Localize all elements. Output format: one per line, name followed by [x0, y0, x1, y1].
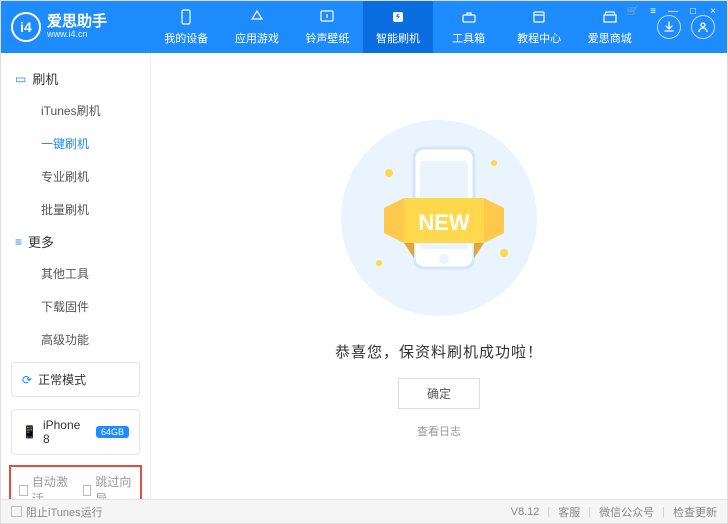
menu-icon[interactable]: ≡ — [646, 4, 660, 18]
logo-badge: i4 — [11, 12, 41, 42]
block-itunes-checkbox[interactable]: 阻止iTunes运行 — [11, 504, 103, 520]
sidebar: ▭刷机iTunes刷机一键刷机专业刷机批量刷机≡更多其他工具下载固件高级功能 ⟳… — [1, 53, 151, 499]
refresh-icon: ⟳ — [22, 373, 32, 387]
sidebar-item-1-0[interactable]: 其他工具 — [1, 257, 150, 290]
app-url: www.i4.cn — [47, 30, 107, 40]
phone-icon — [177, 8, 195, 26]
store-icon — [601, 8, 619, 26]
phone-icon: 📱 — [22, 425, 37, 439]
nav-item-0[interactable]: 我的设备 — [151, 1, 222, 53]
device-box[interactable]: 📱 iPhone 8 64GB — [11, 409, 140, 455]
sidebar-item-1-1[interactable]: 下载固件 — [1, 290, 150, 323]
nav-item-1[interactable]: 应用游戏 — [222, 1, 293, 53]
flash-icon — [389, 8, 407, 26]
support-link[interactable]: 客服 — [558, 504, 580, 520]
mode-label: 正常模式 — [38, 371, 86, 388]
book-icon — [530, 8, 548, 26]
success-illustration: NEW — [334, 113, 544, 323]
close-icon[interactable]: × — [706, 4, 720, 18]
download-icon — [663, 21, 675, 33]
ok-button[interactable]: 确定 — [398, 378, 480, 409]
footer: 阻止iTunes运行 V8.12 | 客服 | 微信公众号 | 检查更新 — [1, 499, 727, 523]
minimize-icon[interactable]: — — [666, 4, 680, 18]
music-icon — [318, 8, 336, 26]
sidebar-item-0-2[interactable]: 专业刷机 — [1, 160, 150, 193]
nav-item-3[interactable]: 智能刷机 — [363, 1, 434, 53]
version-label: V8.12 — [511, 506, 540, 518]
sidebar-item-0-3[interactable]: 批量刷机 — [1, 193, 150, 226]
cart-icon[interactable]: 🛒 — [626, 4, 640, 18]
user-button[interactable] — [691, 15, 715, 39]
user-icon — [697, 21, 709, 33]
nav-item-2[interactable]: 铃声壁纸 — [292, 1, 363, 53]
logo: i4 爱思助手 www.i4.cn — [1, 12, 151, 42]
nav-item-5[interactable]: 教程中心 — [504, 1, 575, 53]
success-message: 恭喜您，保资料刷机成功啦！ — [335, 341, 543, 362]
maximize-icon[interactable]: □ — [686, 4, 700, 18]
app-title: 爱思助手 — [47, 14, 107, 31]
mode-box[interactable]: ⟳ 正常模式 — [11, 362, 140, 397]
toolbox-icon — [460, 8, 478, 26]
sidebar-item-1-2[interactable]: 高级功能 — [1, 323, 150, 356]
storage-badge: 64GB — [96, 426, 129, 438]
check-update-link[interactable]: 检查更新 — [673, 504, 717, 520]
wechat-link[interactable]: 微信公众号 — [599, 504, 654, 520]
section-icon: ▭ — [15, 72, 26, 86]
svg-text:NEW: NEW — [418, 210, 470, 235]
section-icon: ≡ — [15, 235, 22, 249]
apps-icon — [248, 8, 266, 26]
main-content: NEW 恭喜您，保资料刷机成功啦！ 确定 查看日志 — [151, 53, 727, 499]
sidebar-item-0-1[interactable]: 一键刷机 — [1, 127, 150, 160]
nav-item-4[interactable]: 工具箱 — [433, 1, 504, 53]
view-log-link[interactable]: 查看日志 — [417, 423, 461, 439]
sidebar-section-0: ▭刷机 — [1, 63, 150, 94]
download-button[interactable] — [657, 15, 681, 39]
sidebar-section-1: ≡更多 — [1, 226, 150, 257]
header: i4 爱思助手 www.i4.cn 我的设备应用游戏铃声壁纸智能刷机工具箱教程中… — [1, 1, 727, 53]
device-name: iPhone 8 — [43, 418, 88, 446]
top-nav: 我的设备应用游戏铃声壁纸智能刷机工具箱教程中心爱思商城 — [151, 1, 645, 53]
sidebar-item-0-0[interactable]: iTunes刷机 — [1, 94, 150, 127]
